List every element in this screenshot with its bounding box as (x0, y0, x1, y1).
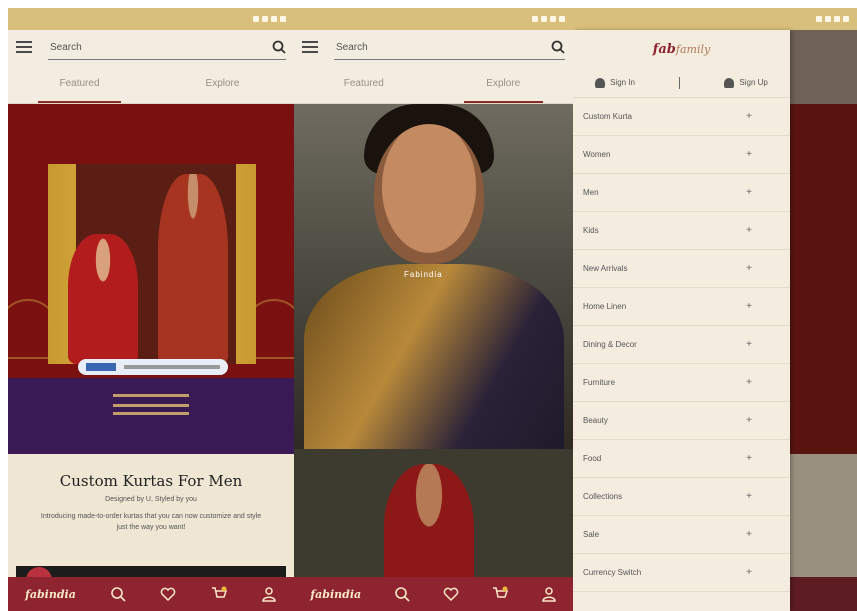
drawer-item-home-linen[interactable]: Home Linen + (573, 288, 790, 326)
search-bar: Search (8, 30, 294, 64)
auth-row: Sign In Sign Up (573, 68, 790, 98)
tab-explore[interactable]: Explore (434, 64, 574, 103)
status-icons (532, 16, 565, 22)
tab-bar: Featured Explore (8, 64, 294, 104)
expand-icon: + (746, 491, 752, 502)
kurta-model-image[interactable] (294, 449, 573, 577)
screen-home-explore: Search Featured Explore Fabindia fabindi… (294, 8, 573, 611)
expand-icon: + (746, 339, 752, 350)
sign-in-button[interactable]: Sign In (595, 77, 635, 88)
drawer-scrim[interactable] (790, 30, 857, 611)
qr-badge (78, 359, 228, 375)
promo-subtitle: Designed by U, Styled by you (105, 496, 197, 503)
image-overlay-text: Fabindia (404, 270, 443, 279)
fabfamily-logo: fab family (652, 41, 711, 57)
tab-bar: Featured Explore (294, 64, 573, 104)
status-icons (253, 16, 286, 22)
drawer-item-new-arrivals[interactable]: New Arrivals + (573, 250, 790, 288)
promo-title: Custom Kurtas For Men (59, 472, 243, 490)
search-bar: Search (294, 30, 573, 64)
status-bar (8, 8, 294, 30)
expand-icon: + (746, 529, 752, 540)
drawer-item-food[interactable]: Food + (573, 440, 790, 478)
expand-icon: + (746, 301, 752, 312)
bottom-nav: fabindia (294, 577, 573, 611)
heart-icon[interactable] (160, 586, 176, 602)
status-icons (816, 16, 849, 22)
drawer-item-furniture[interactable]: Furniture + (573, 364, 790, 402)
bottom-nav: fabindia (8, 577, 294, 611)
expand-icon: + (746, 187, 752, 198)
cart-icon[interactable] (492, 586, 508, 602)
expand-icon: + (746, 567, 752, 578)
expand-icon: + (746, 225, 752, 236)
drawer-item-kids[interactable]: Kids + (573, 212, 790, 250)
expand-icon: + (746, 149, 752, 160)
cart-icon[interactable] (211, 586, 227, 602)
drawer-item-men[interactable]: Men + (573, 174, 790, 212)
user-icon (595, 77, 606, 88)
screen-navigation-drawer: fab family Sign In Sign Up Custom Kurta + … (573, 8, 857, 611)
navigation-drawer: fab family Sign In Sign Up Custom Kurta + … (573, 30, 790, 611)
add-user-icon (724, 77, 735, 88)
expand-icon: + (746, 415, 752, 426)
expand-icon: + (746, 111, 752, 122)
sign-up-button[interactable]: Sign Up (724, 77, 768, 88)
drawer-item-sale[interactable]: Sale + (573, 516, 790, 554)
expand-icon: + (746, 263, 752, 274)
user-icon[interactable] (261, 586, 277, 602)
drawer-item-dining-decor[interactable]: Dining & Decor + (573, 326, 790, 364)
expand-icon: + (746, 377, 752, 388)
custom-kurta-banner-image[interactable] (8, 104, 294, 454)
status-bar (294, 8, 573, 30)
search-icon[interactable] (272, 40, 286, 54)
search-input[interactable]: Search (50, 42, 272, 53)
drawer-item-beauty[interactable]: Beauty + (573, 402, 790, 440)
drawer-item-collections[interactable]: Collections + (573, 478, 790, 516)
status-bar (573, 8, 857, 30)
tab-featured[interactable]: Featured (294, 64, 434, 103)
hamburger-menu-icon[interactable] (302, 41, 318, 53)
saree-model-image[interactable]: Fabindia (294, 104, 573, 449)
drawer-menu: Custom Kurta + Women + Men + Kids + New Arri… (573, 98, 790, 592)
promo-card[interactable]: Custom Kurtas For Men Designed by U, Sty… (8, 454, 294, 586)
screen-home-featured: Search Featured Explore Custom Kurtas Fo… (8, 8, 294, 611)
search-icon[interactable] (551, 40, 565, 54)
drawer-item-custom-kurta[interactable]: Custom Kurta + (573, 98, 790, 136)
search-icon[interactable] (394, 586, 410, 602)
hamburger-menu-icon[interactable] (16, 41, 32, 53)
tab-explore[interactable]: Explore (151, 64, 294, 103)
banner-small-copy (48, 114, 254, 123)
heart-icon[interactable] (443, 586, 459, 602)
home-logo[interactable]: fabindia (310, 588, 361, 601)
expand-icon: + (746, 453, 752, 464)
drawer-item-women[interactable]: Women + (573, 136, 790, 174)
tab-featured[interactable]: Featured (8, 64, 151, 103)
user-icon[interactable] (541, 586, 557, 602)
home-logo[interactable]: fabindia (25, 588, 76, 601)
promo-description: Introducing made-to-order kurtas that yo… (40, 513, 262, 531)
drawer-item-currency-switch[interactable]: Currency Switch + (573, 554, 790, 592)
search-icon[interactable] (110, 586, 126, 602)
search-input[interactable]: Search (336, 42, 551, 53)
